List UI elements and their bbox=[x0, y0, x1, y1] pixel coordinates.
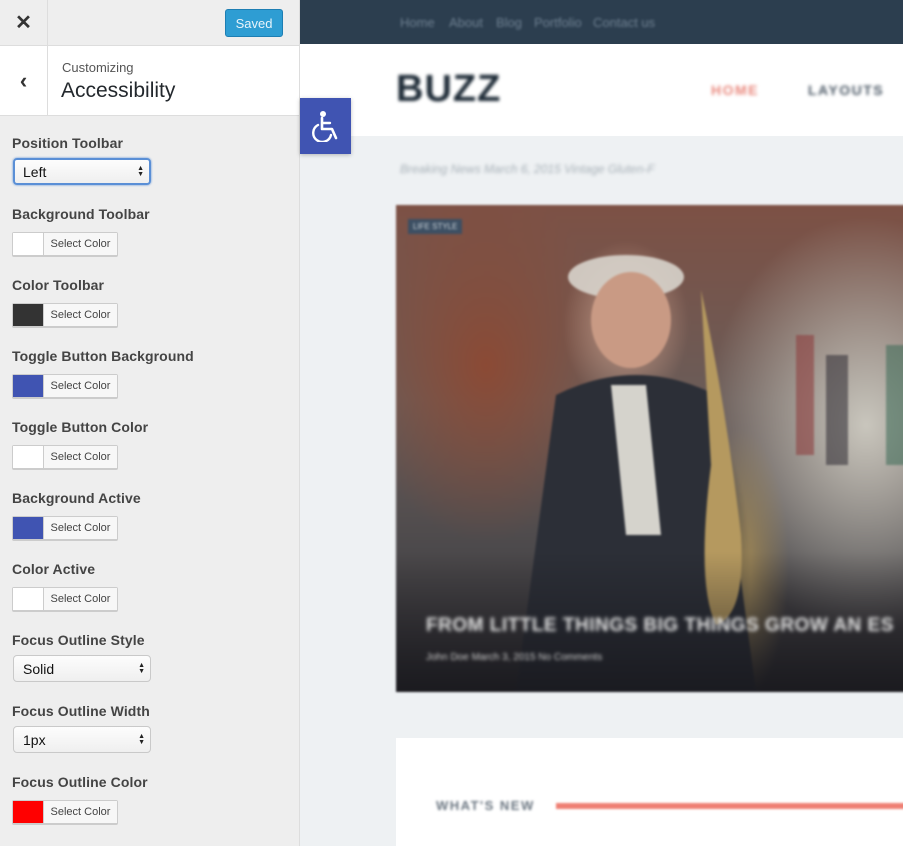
select-arrows-icon: ▲ ▼ bbox=[137, 164, 144, 178]
menu-item-layouts[interactable]: LAYOUTS bbox=[808, 82, 884, 98]
whats-new-heading: WHAT'S NEW bbox=[436, 798, 535, 813]
close-button[interactable]: ✕ bbox=[0, 0, 48, 45]
background-toolbar-color-button[interactable]: Select Color bbox=[12, 232, 118, 256]
nav-link-contact[interactable]: Contact us bbox=[593, 15, 655, 30]
control-label: Focus Outline Style bbox=[12, 632, 145, 648]
chevron-left-icon: ‹ bbox=[19, 67, 28, 93]
select-arrows-icon: ▲ ▼ bbox=[138, 732, 145, 746]
background-active-color-button[interactable]: Select Color bbox=[12, 516, 118, 540]
focus-outline-style-select[interactable]: Solid ▲ ▼ bbox=[13, 655, 151, 682]
select-value: 1px bbox=[23, 731, 46, 748]
control-label: Focus Outline Color bbox=[12, 774, 148, 790]
select-value: Solid bbox=[23, 660, 55, 677]
control-background-active: Background Active Select Color bbox=[12, 490, 141, 540]
select-color-label: Select Color bbox=[44, 588, 117, 610]
color-swatch bbox=[13, 588, 44, 610]
site-top-nav: Home About Blog Portfolio Contact us bbox=[300, 0, 903, 44]
color-swatch bbox=[13, 375, 44, 397]
control-position-toolbar: Position Toolbar Left ▲ ▼ bbox=[12, 135, 151, 185]
control-label: Toggle Button Color bbox=[12, 419, 149, 435]
toggle-button-color-color-button[interactable]: Select Color bbox=[12, 445, 118, 469]
hero-title[interactable]: FROM LITTLE THINGS BIG THINGS GROW AN ES bbox=[426, 615, 894, 637]
wheelchair-icon bbox=[311, 111, 337, 142]
select-color-label: Select Color bbox=[44, 375, 117, 397]
color-swatch bbox=[13, 446, 44, 468]
control-toggle-button-background: Toggle Button Background Select Color bbox=[12, 348, 194, 398]
whats-new-divider bbox=[556, 803, 903, 809]
control-label: Color Toolbar bbox=[12, 277, 105, 293]
saved-button[interactable]: Saved bbox=[225, 9, 283, 37]
control-label: Color Active bbox=[12, 561, 96, 577]
customizer-header: ✕ Saved bbox=[0, 0, 299, 46]
nav-link-home[interactable]: Home bbox=[400, 15, 435, 30]
site-header: BUZZ HOME LAYOUTS bbox=[300, 44, 903, 136]
select-arrows-icon: ▲ ▼ bbox=[138, 661, 145, 675]
control-label: Background Active bbox=[12, 490, 141, 506]
control-label: Focus Outline Width bbox=[12, 703, 150, 719]
site-preview: Home About Blog Portfolio Contact us BUZ… bbox=[300, 0, 903, 846]
color-swatch bbox=[13, 233, 44, 255]
position-toolbar-select[interactable]: Left ▲ ▼ bbox=[13, 158, 151, 185]
breaking-news: Breaking News March 6, 2015 Vintage Glut… bbox=[400, 162, 655, 176]
color-toolbar-color-button[interactable]: Select Color bbox=[12, 303, 118, 327]
breadcrumb: Customizing bbox=[62, 60, 134, 75]
nav-link-blog[interactable]: Blog bbox=[496, 15, 522, 30]
control-label: Background Toolbar bbox=[12, 206, 150, 222]
nav-link-about[interactable]: About bbox=[449, 15, 483, 30]
whats-new-section: WHAT'S NEW bbox=[396, 738, 903, 846]
nav-link-portfolio[interactable]: Portfolio bbox=[534, 15, 582, 30]
control-focus-outline-width: Focus Outline Width 1px ▲ ▼ bbox=[12, 703, 151, 753]
select-color-label: Select Color bbox=[44, 304, 117, 326]
select-color-label: Select Color bbox=[44, 233, 117, 255]
control-background-toolbar: Background Toolbar Select Color bbox=[12, 206, 150, 256]
select-color-label: Select Color bbox=[44, 517, 117, 539]
section-title: Accessibility bbox=[61, 79, 176, 102]
control-color-toolbar: Color Toolbar Select Color bbox=[12, 277, 118, 327]
control-focus-outline-style: Focus Outline Style Solid ▲ ▼ bbox=[12, 632, 151, 682]
hero-image[interactable]: LIFE STYLE FROM LITTLE THINGS BIG THINGS… bbox=[396, 205, 903, 692]
control-label: Toggle Button Background bbox=[12, 348, 194, 364]
customizer-sidebar: ✕ Saved ‹ Customizing Accessibility Posi… bbox=[0, 0, 300, 846]
color-active-color-button[interactable]: Select Color bbox=[12, 587, 118, 611]
select-color-label: Select Color bbox=[44, 801, 117, 823]
control-focus-outline-color: Focus Outline Color Select Color bbox=[12, 774, 148, 824]
hero-category-tag[interactable]: LIFE STYLE bbox=[408, 219, 463, 234]
control-toggle-button-color: Toggle Button Color Select Color bbox=[12, 419, 149, 469]
hero-meta: John Doe March 3, 2015 No Comments bbox=[426, 652, 603, 663]
menu-item-home[interactable]: HOME bbox=[711, 82, 759, 98]
accessibility-toggle-button[interactable] bbox=[300, 98, 351, 154]
section-header: ‹ Customizing Accessibility bbox=[0, 46, 299, 116]
site-logo[interactable]: BUZZ bbox=[396, 68, 501, 111]
control-color-active: Color Active Select Color bbox=[12, 561, 118, 611]
color-swatch bbox=[13, 304, 44, 326]
toggle-button-background-color-button[interactable]: Select Color bbox=[12, 374, 118, 398]
color-swatch bbox=[13, 801, 44, 823]
back-button[interactable]: ‹ bbox=[0, 46, 48, 115]
focus-outline-width-select[interactable]: 1px ▲ ▼ bbox=[13, 726, 151, 753]
control-label: Position Toolbar bbox=[12, 135, 124, 151]
color-swatch bbox=[13, 517, 44, 539]
focus-outline-color-color-button[interactable]: Select Color bbox=[12, 800, 118, 824]
select-value: Left bbox=[23, 163, 47, 180]
close-icon: ✕ bbox=[15, 12, 32, 34]
select-color-label: Select Color bbox=[44, 446, 117, 468]
